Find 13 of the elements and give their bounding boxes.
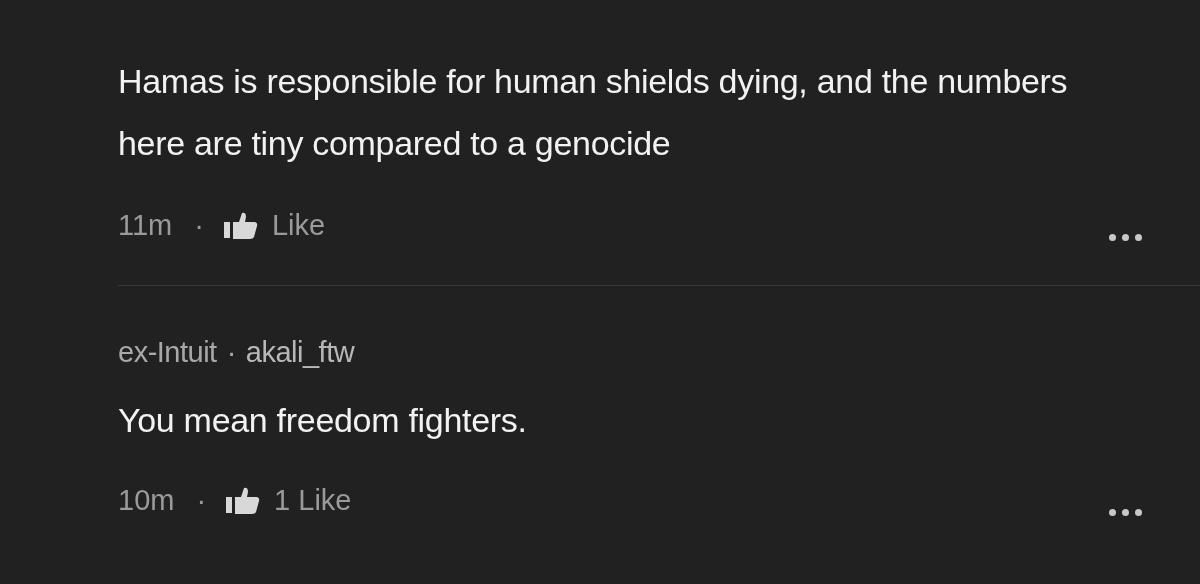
like-button[interactable]: Like: [223, 209, 326, 242]
thumbs-up-icon: [223, 211, 258, 240]
thumbs-up-icon: [226, 486, 261, 515]
comment-text: Hamas is responsible for human shields dying, and the numbers here are tiny compared to a genocide: [118, 61, 1069, 164]
like-button[interactable]: 1 Like: [226, 484, 352, 517]
company-name: ex-Intuit: [118, 336, 217, 369]
comment-time: 11m: [118, 209, 173, 242]
username[interactable]: akali_ftw: [245, 336, 355, 369]
comment-time: 10m: [118, 484, 175, 517]
author-separator: ·: [226, 336, 236, 369]
meta-separator: ·: [196, 484, 207, 517]
meta-separator: ·: [194, 209, 204, 242]
comment-text: You mean freedom fighters.: [118, 400, 528, 441]
